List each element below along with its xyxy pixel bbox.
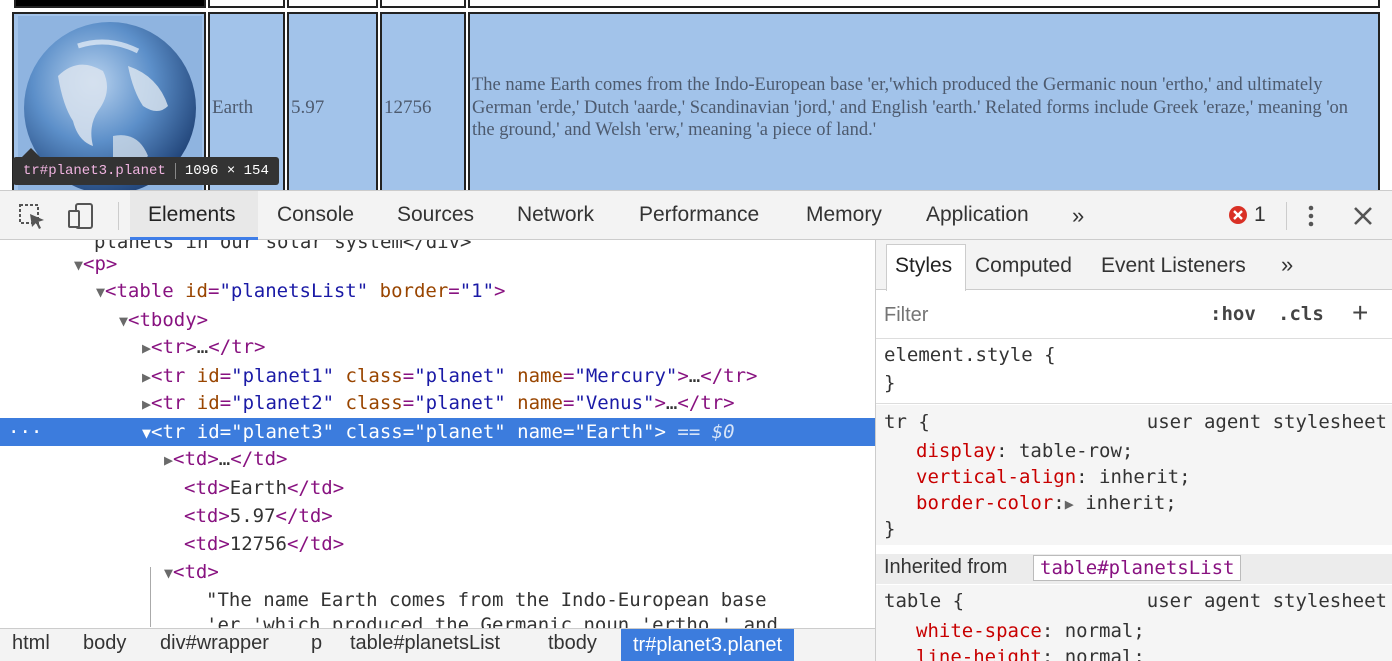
filter-bar: :hov .cls + [876, 291, 1392, 339]
tab-event-listeners[interactable]: Event Listeners [1101, 254, 1246, 278]
tab-console[interactable]: Console [277, 203, 354, 227]
tooltip-arrow [22, 148, 40, 157]
earth-description-cell[interactable]: The name Earth comes from the Indo-Europ… [468, 12, 1380, 190]
inspect-element-icon[interactable] [17, 201, 47, 231]
styles-more-tabs[interactable]: » [1281, 252, 1293, 278]
tab-application[interactable]: Application [926, 203, 1029, 227]
tr-prop-vertical-align: vertical-align: inherit; [916, 466, 1191, 488]
dom-text-node[interactable]: "The name Earth comes from the Indo-Euro… [0, 586, 875, 614]
earth-name-text: Earth [212, 97, 254, 118]
table-rule-source[interactable]: user agent stylesheet [1147, 590, 1387, 612]
tooltip-selector: tr#planet3.planet [23, 163, 166, 179]
breadcrumb-table[interactable]: table#planetsList [350, 632, 500, 655]
earth-diameter-text: 12756 [384, 97, 432, 118]
breadcrumb-div-wrapper[interactable]: div#wrapper [160, 632, 269, 655]
tr-rule-selector: tr { [884, 411, 930, 433]
dom-node-td-earth[interactable]: <td>Earth</td> [0, 474, 875, 502]
inherited-label: Inherited from [884, 556, 1008, 578]
dom-node-td-diameter[interactable]: <td>12756</td> [0, 530, 875, 558]
breadcrumb-html[interactable]: html [12, 632, 50, 655]
tab-memory[interactable]: Memory [806, 203, 882, 227]
breadcrumb-body[interactable]: body [83, 632, 126, 655]
tab-elements[interactable]: Elements [130, 191, 258, 240]
earth-description-text: The name Earth comes from the Indo-Europ… [472, 75, 1349, 140]
tab-network[interactable]: Network [517, 203, 594, 227]
tab-styles-label: Styles [895, 254, 953, 277]
more-tabs-button[interactable]: » [1072, 203, 1084, 229]
close-icon[interactable] [1348, 201, 1378, 231]
styles-pane: Styles Computed Event Listeners » :hov .… [875, 240, 1392, 661]
toolbar-divider [118, 202, 119, 230]
previous-row-cell [287, 0, 378, 8]
tab-performance[interactable]: Performance [639, 203, 759, 227]
devtools-toolbar: Elements Console Sources Network Perform… [0, 190, 1392, 240]
dom-node-table[interactable]: ▼<table id="planetsList" border="1"> [0, 277, 875, 305]
tr-prop-border-color: border-color:▶ inherit; [916, 492, 1177, 514]
dom-node-tr-planet1[interactable]: ▶<tr id="planet1" class="planet" name="M… [0, 362, 875, 390]
node-actions-ellipsis[interactable]: ··· [8, 418, 42, 446]
earth-diameter-cell[interactable]: 12756 [380, 12, 466, 190]
table-rule-selector: table { [884, 590, 965, 612]
dom-node-tr-planet3-selected[interactable]: ··· ▼<tr id="planet3" class="planet" name… [0, 418, 875, 446]
element-tooltip: tr#planet3.planet 1096 × 154 [13, 157, 279, 185]
earth-mass-text: 5.97 [291, 97, 325, 118]
error-count: 1 [1254, 203, 1266, 226]
tr-rule-source[interactable]: user agent stylesheet [1147, 411, 1387, 433]
inherited-from-link[interactable]: table#planetsList [1033, 555, 1242, 581]
breadcrumb-p[interactable]: p [311, 632, 322, 655]
styles-tabbar: Styles Computed Event Listeners » [876, 240, 1392, 291]
hov-toggle[interactable]: :hov [1210, 303, 1256, 325]
table-rule[interactable]: table { user agent stylesheet white-spac… [876, 585, 1392, 661]
error-icon [1229, 206, 1247, 224]
filter-input[interactable] [884, 301, 1184, 329]
dom-node-tr[interactable]: ▶<tr>…</tr> [0, 333, 875, 361]
inherited-header: Inherited from table#planetsList [876, 554, 1392, 584]
dom-node-td-mass[interactable]: <td>5.97</td> [0, 502, 875, 530]
toolbar-divider [1286, 202, 1287, 230]
tooltip-divider [174, 163, 176, 179]
tab-sources[interactable]: Sources [397, 203, 474, 227]
tooltip-size: 1096 × 154 [184, 163, 269, 179]
earth-mass-cell[interactable]: 5.97 [287, 12, 378, 190]
device-toolbar-icon[interactable] [66, 201, 96, 231]
rule-divider [876, 403, 1392, 404]
element-style-selector: element.style { [884, 344, 1056, 366]
element-style-close: } [884, 372, 896, 394]
breadcrumb-tr-active[interactable]: tr#planet3.planet [621, 629, 795, 661]
tr-rule-close: } [884, 518, 896, 540]
previous-row-cell [380, 0, 466, 8]
previous-row-image-cell [14, 0, 206, 8]
indent-guide [150, 567, 151, 627]
dom-node-tbody[interactable]: ▼<tbody> [0, 306, 875, 334]
table-prop-white-space: white-space: normal; [916, 620, 1145, 642]
breadcrumb-tbody[interactable]: tbody [548, 632, 597, 655]
kebab-menu-icon[interactable] [1296, 201, 1326, 231]
tr-prop-display: display: table-row; [916, 440, 1134, 462]
dom-text-node-cont[interactable]: 'er,'which produced the Germanic noun 'e… [0, 611, 875, 628]
tr-rule[interactable]: tr { user agent stylesheet display: tabl… [876, 405, 1392, 545]
dom-node-p[interactable]: ▼<p> [0, 250, 875, 278]
inspected-page: Earth 5.97 12756 The name Earth comes fr… [0, 0, 1392, 190]
tab-computed[interactable]: Computed [975, 254, 1072, 278]
dom-node-td-description[interactable]: ▼<td> [0, 558, 875, 586]
tab-elements-label: Elements [148, 203, 236, 226]
dom-node-tr-planet2[interactable]: ▶<tr id="planet2" class="planet" name="V… [0, 389, 875, 417]
element-style-rule[interactable]: element.style { } [876, 340, 1392, 404]
previous-row-cell [468, 0, 1380, 8]
error-counter[interactable]: 1 [1228, 203, 1266, 227]
dom-node-td-collapsed[interactable]: ▶<td>…</td> [0, 445, 875, 473]
dom-tree[interactable]: planets in our solar system</div> ▼<p> ▼… [0, 240, 875, 628]
new-rule-button[interactable]: + [1352, 297, 1368, 329]
tab-styles[interactable]: Styles [886, 244, 966, 291]
previous-row-cell [208, 0, 285, 8]
cls-toggle[interactable]: .cls [1278, 303, 1324, 325]
table-prop-line-height: line-height: normal; [916, 646, 1145, 661]
breadcrumb: html body div#wrapper p table#planetsLis… [0, 628, 875, 661]
